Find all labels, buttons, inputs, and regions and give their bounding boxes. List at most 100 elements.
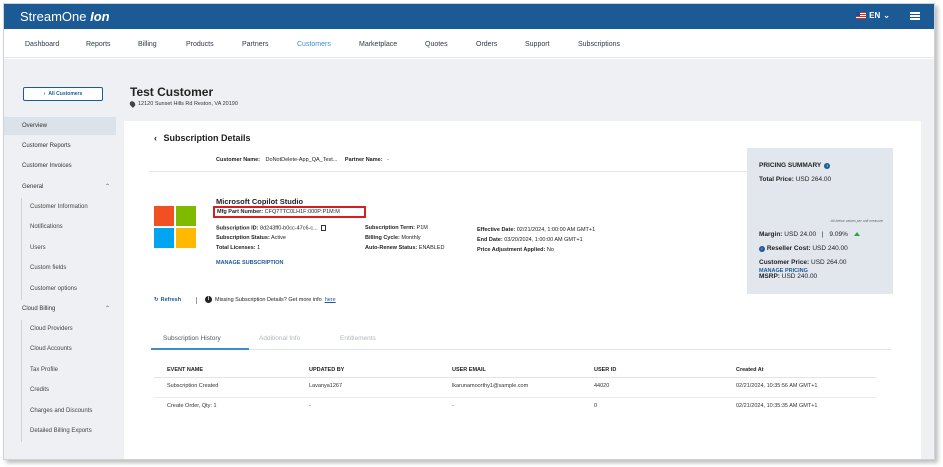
sidebar: ‹ All Customers Overview Customer Report… bbox=[4, 59, 116, 459]
product-name: Microsoft Copilot Studio bbox=[216, 197, 304, 206]
info-icon: i bbox=[205, 296, 212, 303]
tab-subscription-history[interactable]: Subscription History bbox=[163, 335, 221, 342]
chevron-down-icon: ⌄ bbox=[883, 11, 890, 20]
customer-partner-row: Customer Name: DoNotDelete-App_QA_Test..… bbox=[216, 157, 389, 163]
info-icon[interactable]: i bbox=[824, 162, 831, 169]
customer-address: 12120 Sunset Hills Rd Reston, VA 20190 bbox=[128, 100, 238, 108]
nav-orders[interactable]: Orders bbox=[476, 41, 497, 48]
table-cell: 0 bbox=[594, 403, 598, 409]
trend-up-icon bbox=[853, 232, 860, 237]
nav-products[interactable]: Products bbox=[186, 41, 214, 48]
customer-name-value: DoNotDelete-App_QA_Test... bbox=[265, 157, 338, 163]
sidebar-item-customer-invoices[interactable]: Customer Invoices bbox=[4, 157, 116, 175]
sidebar-item-charges-discounts[interactable]: Charges and Discounts bbox=[4, 402, 116, 420]
nav-reports[interactable]: Reports bbox=[86, 41, 111, 48]
sidebar-item-cloud-providers[interactable]: Cloud Providers bbox=[4, 320, 116, 338]
nav-dashboard[interactable]: Dashboard bbox=[25, 41, 59, 48]
table-cell: 02/21/2024, 10:35:56 AM GMT+1 bbox=[736, 383, 818, 389]
price-adjustment: Price Adjustment Applied: No bbox=[477, 247, 554, 253]
us-flag-icon bbox=[856, 12, 867, 19]
sidebar-item-notifications[interactable]: Notifications bbox=[4, 218, 116, 236]
sidebar-group-cloud-billing[interactable]: Cloud Billing ⌃ bbox=[4, 300, 116, 318]
sidebar-item-custom-fields[interactable]: Custom fields bbox=[4, 259, 116, 277]
active-tab-indicator bbox=[151, 348, 249, 350]
tab-additional-info[interactable]: Additional Info bbox=[259, 335, 300, 342]
app-window: StreamOne Ion EN ⌄ Dashboard Reports Bil… bbox=[3, 3, 935, 460]
table-cell: lkarunamoorthy1@sample.com bbox=[452, 383, 529, 389]
chevron-left-icon: ‹ bbox=[154, 133, 157, 143]
sidebar-item-credits[interactable]: Credits bbox=[4, 381, 116, 399]
nav-quotes[interactable]: Quotes bbox=[425, 41, 448, 48]
page-title: Test Customer bbox=[130, 85, 214, 99]
chevron-up-icon: ⌃ bbox=[104, 306, 110, 312]
per-unit-note: All below values per unit measure bbox=[830, 219, 883, 223]
language-selector[interactable]: EN ⌄ bbox=[856, 11, 890, 20]
reseller-cost: i Reseller Cost: USD 240.00 bbox=[759, 245, 848, 252]
sidebar-item-customer-reports[interactable]: Customer Reports bbox=[4, 137, 116, 155]
end-date: End Date: 03/20/2024, 1:00:00 AM GMT+1 bbox=[477, 237, 583, 243]
effective-date: Effective Date: 02/21/2024, 1:00:00 AM G… bbox=[477, 227, 596, 233]
info-icon[interactable]: i bbox=[759, 246, 765, 252]
column-header: EVENT NAME bbox=[167, 367, 204, 373]
app-logo[interactable]: StreamOne Ion bbox=[20, 9, 110, 24]
table-cell: Lavanya1267 bbox=[309, 383, 343, 389]
table-cell: 02/21/2024, 10:35:35 AM GMT+1 bbox=[736, 403, 818, 409]
pricing-summary-title: PRICING SUMMARY i bbox=[759, 162, 831, 169]
sidebar-item-overview[interactable]: Overview bbox=[4, 117, 116, 135]
sidebar-item-customer-information[interactable]: Customer Information bbox=[4, 198, 116, 216]
nav-support[interactable]: Support bbox=[525, 41, 550, 48]
billing-cycle: Billing Cycle: Monthly bbox=[365, 235, 421, 241]
subscription-id: Subscription ID: 8d243ff0-b0cc-47c6-c... bbox=[216, 225, 327, 231]
column-header: Created At bbox=[736, 367, 764, 373]
sidebar-item-cloud-accounts[interactable]: Cloud Accounts bbox=[4, 340, 116, 358]
sidebar-item-users[interactable]: Users bbox=[4, 239, 116, 257]
subscription-card: ‹ Subscription Details Customer Name: Do… bbox=[124, 121, 921, 459]
table-cell: - bbox=[309, 403, 311, 409]
nav-customers[interactable]: Customers bbox=[297, 41, 331, 48]
subscription-term: Subscription Term: P1M bbox=[365, 225, 428, 231]
nav-subscriptions[interactable]: Subscriptions bbox=[578, 41, 620, 48]
table-cell: Create Order, Qty: 1 bbox=[167, 403, 217, 409]
row-divider bbox=[154, 397, 876, 398]
table-cell: - bbox=[452, 403, 454, 409]
msrp: MSRP: USD 240.00 bbox=[759, 273, 818, 280]
location-pin-icon bbox=[128, 100, 137, 108]
column-header: USER ID bbox=[594, 367, 617, 373]
tab-entitlements[interactable]: Entitlements bbox=[340, 335, 376, 342]
divider bbox=[196, 297, 197, 304]
sidebar-item-tax-profile[interactable]: Tax Profile bbox=[4, 361, 116, 379]
divider bbox=[149, 171, 749, 172]
subscription-status: Subscription Status: Active bbox=[216, 235, 286, 241]
column-header: USER EMAIL bbox=[452, 367, 486, 373]
all-customers-button[interactable]: ‹ All Customers bbox=[23, 87, 103, 101]
chevron-up-icon: ⌃ bbox=[104, 184, 110, 190]
subscription-details-header[interactable]: ‹ Subscription Details bbox=[154, 133, 251, 143]
refresh-button[interactable]: ↻ Refresh bbox=[154, 297, 181, 303]
refresh-icon: ↻ bbox=[154, 297, 159, 303]
table-cell: Subscription Created bbox=[167, 383, 219, 389]
nav-marketplace[interactable]: Marketplace bbox=[359, 41, 397, 48]
column-header: UPDATED BY bbox=[309, 367, 345, 373]
mfg-part-number: Mfg Part Number: CFQ7TTC0LH1F:000P:P1M:M bbox=[217, 209, 340, 215]
main-area: ‹ All Customers Overview Customer Report… bbox=[4, 59, 934, 459]
copy-icon[interactable] bbox=[321, 225, 327, 231]
nav-billing[interactable]: Billing bbox=[138, 41, 157, 48]
header-divider bbox=[154, 377, 876, 378]
auto-renew-status: Auto-Renew Status: ENABLED bbox=[365, 245, 445, 251]
get-more-info-link[interactable]: here bbox=[325, 297, 336, 303]
manage-subscription-link[interactable]: MANAGE SUBSCRIPTION bbox=[216, 260, 284, 266]
sidebar-item-customer-options[interactable]: Customer options bbox=[4, 280, 116, 298]
main-nav: Dashboard Reports Billing Products Partn… bbox=[4, 29, 934, 58]
customer-price: Customer Price: USD 264.00 bbox=[759, 259, 847, 266]
top-bar: StreamOne Ion EN ⌄ bbox=[4, 4, 934, 29]
nav-partners[interactable]: Partners bbox=[242, 41, 268, 48]
manage-pricing-link[interactable]: MANAGE PRICING bbox=[759, 268, 808, 274]
sidebar-group-general[interactable]: General ⌃ bbox=[4, 178, 116, 196]
margin: Margin: USD 24.00 | 9.09% bbox=[759, 231, 860, 238]
microsoft-logo-icon bbox=[154, 206, 198, 250]
language-label: EN bbox=[869, 11, 881, 20]
sidebar-item-detailed-billing-exports[interactable]: Detailed Billing Exports bbox=[4, 422, 116, 440]
section-title: Subscription Details bbox=[163, 133, 251, 143]
tab-bar-line bbox=[151, 349, 891, 350]
hamburger-menu-icon[interactable] bbox=[910, 12, 920, 20]
